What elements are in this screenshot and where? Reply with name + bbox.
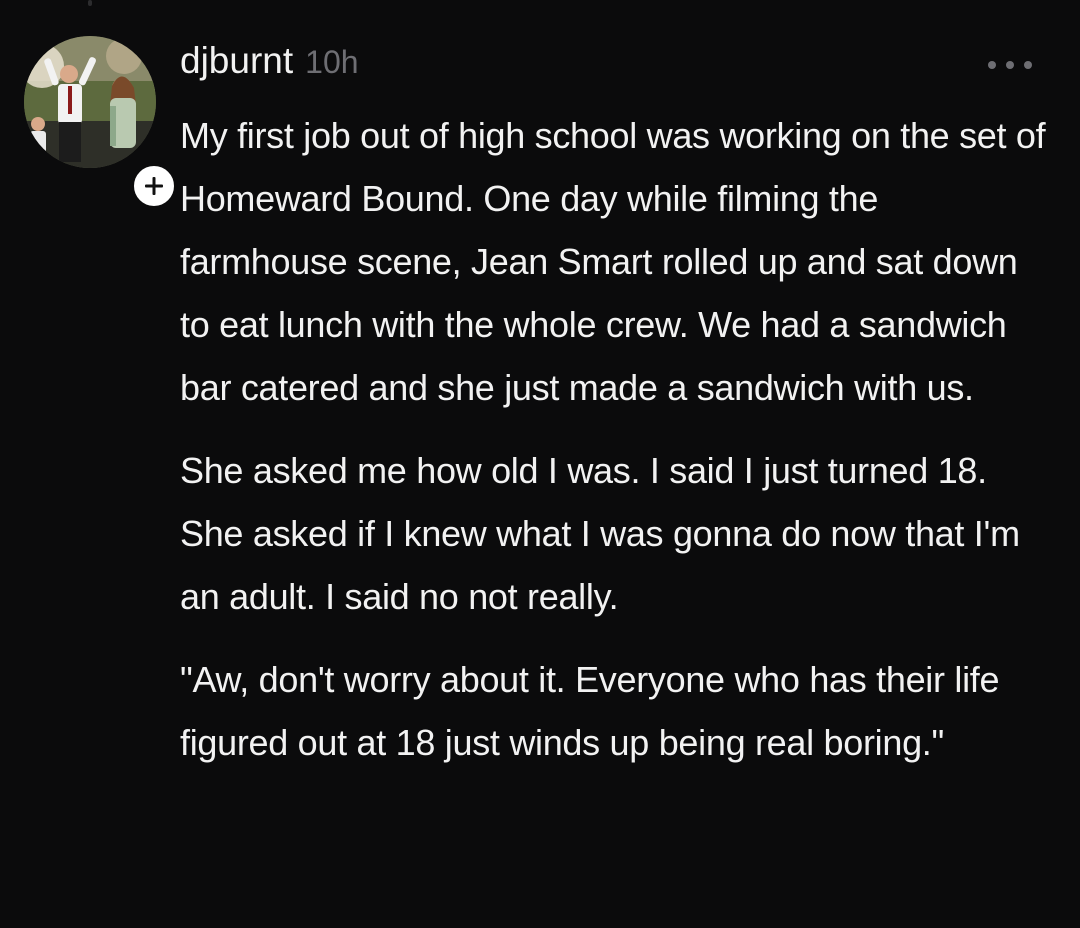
avatar[interactable] xyxy=(24,36,156,168)
more-horizontal-icon-dot xyxy=(1024,61,1032,69)
username-link[interactable]: djburnt xyxy=(180,40,293,82)
thread-connector-line xyxy=(88,0,92,6)
comment-paragraph: She asked me how old I was. I said I jus… xyxy=(180,450,1020,617)
follow-button[interactable] xyxy=(130,162,178,210)
plus-icon xyxy=(145,177,163,195)
comment-paragraph: "Aw, don't worry about it. Everyone who … xyxy=(180,659,1000,763)
more-horizontal-icon-dot xyxy=(988,61,996,69)
more-horizontal-icon-dot xyxy=(1006,61,1014,69)
avatar-photo xyxy=(24,36,156,168)
comment-timestamp: 10h xyxy=(305,44,359,80)
avatar-container[interactable] xyxy=(24,36,178,210)
more-options-button[interactable] xyxy=(988,55,1032,75)
comment-paragraph: My first job out of high school was work… xyxy=(180,115,1046,408)
comment-header: djburnt 10h xyxy=(180,40,1040,90)
comment-body: My first job out of high school was work… xyxy=(180,104,1050,794)
